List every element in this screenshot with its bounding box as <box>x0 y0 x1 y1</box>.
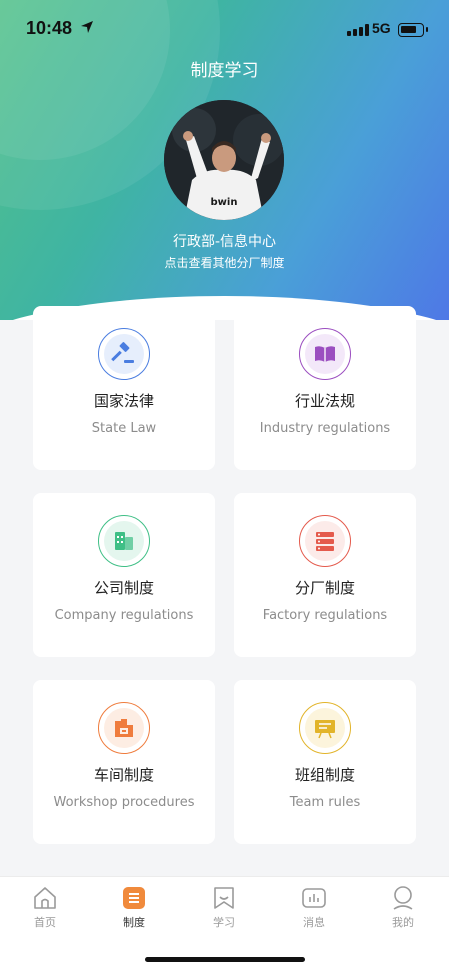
card-state-law[interactable]: 国家法律 State Law <box>33 306 215 470</box>
tab-label: 学习 <box>213 916 235 929</box>
department-name: 行政部-信息中心 <box>172 234 277 250</box>
bookmark-icon <box>211 885 237 911</box>
tab-messages[interactable]: 消息 <box>284 885 344 935</box>
tab-home[interactable]: 首页 <box>15 885 75 935</box>
card-subtitle: Factory regulations <box>262 608 388 623</box>
tab-label: 我的 <box>392 916 414 929</box>
book-icon <box>299 328 351 380</box>
building-icon <box>98 515 150 567</box>
page-title: 制度学习 <box>190 61 259 81</box>
signal-icon <box>347 24 369 36</box>
battery-icon <box>398 23 428 37</box>
presentation-icon <box>299 702 351 754</box>
card-title: 公司制度 <box>93 579 154 597</box>
card-subtitle: Industry regulations <box>259 421 391 436</box>
chart-icon <box>301 885 327 911</box>
card-subtitle: Company regulations <box>54 608 194 623</box>
card-title: 车间制度 <box>93 766 154 784</box>
card-title: 分厂制度 <box>294 579 355 597</box>
avatar[interactable]: bwin <box>164 100 284 220</box>
network-type: 5G <box>372 20 391 36</box>
gavel-icon <box>98 328 150 380</box>
card-company-regulations[interactable]: 公司制度 Company regulations <box>33 493 215 657</box>
card-title: 国家法律 <box>93 392 154 410</box>
card-title: 班组制度 <box>294 766 355 784</box>
battery-level <box>401 26 416 33</box>
card-title: 行业法规 <box>294 392 355 410</box>
card-team-rules[interactable]: 班组制度 Team rules <box>234 680 416 844</box>
svg-text:bwin: bwin <box>211 197 238 208</box>
switch-factory-link[interactable]: 点击查看其他分厂制度 <box>0 254 449 271</box>
rules-icon <box>121 885 147 911</box>
card-subtitle: Workshop procedures <box>53 795 195 810</box>
tab-label: 制度 <box>123 916 145 929</box>
card-workshop-procedures[interactable]: 车间制度 Workshop procedures <box>33 680 215 844</box>
server-icon <box>299 515 351 567</box>
tab-rules[interactable]: 制度 <box>104 885 164 935</box>
card-industry-regulations[interactable]: 行业法规 Industry regulations <box>234 306 416 470</box>
home-indicator[interactable] <box>145 957 305 962</box>
factory-icon <box>98 702 150 754</box>
home-icon <box>32 885 58 911</box>
tab-learn[interactable]: 学习 <box>194 885 254 935</box>
status-time: 10:48 <box>26 18 73 38</box>
tab-label: 首页 <box>34 916 56 929</box>
tab-label: 消息 <box>303 916 325 929</box>
status-bar: 10:48 5G <box>0 14 449 44</box>
card-factory-regulations[interactable]: 分厂制度 Factory regulations <box>234 493 416 657</box>
card-subtitle: State Law <box>91 421 157 436</box>
location-arrow-icon <box>80 20 94 38</box>
user-icon <box>390 885 416 911</box>
card-subtitle: Team rules <box>289 795 361 810</box>
tab-profile[interactable]: 我的 <box>373 885 433 935</box>
